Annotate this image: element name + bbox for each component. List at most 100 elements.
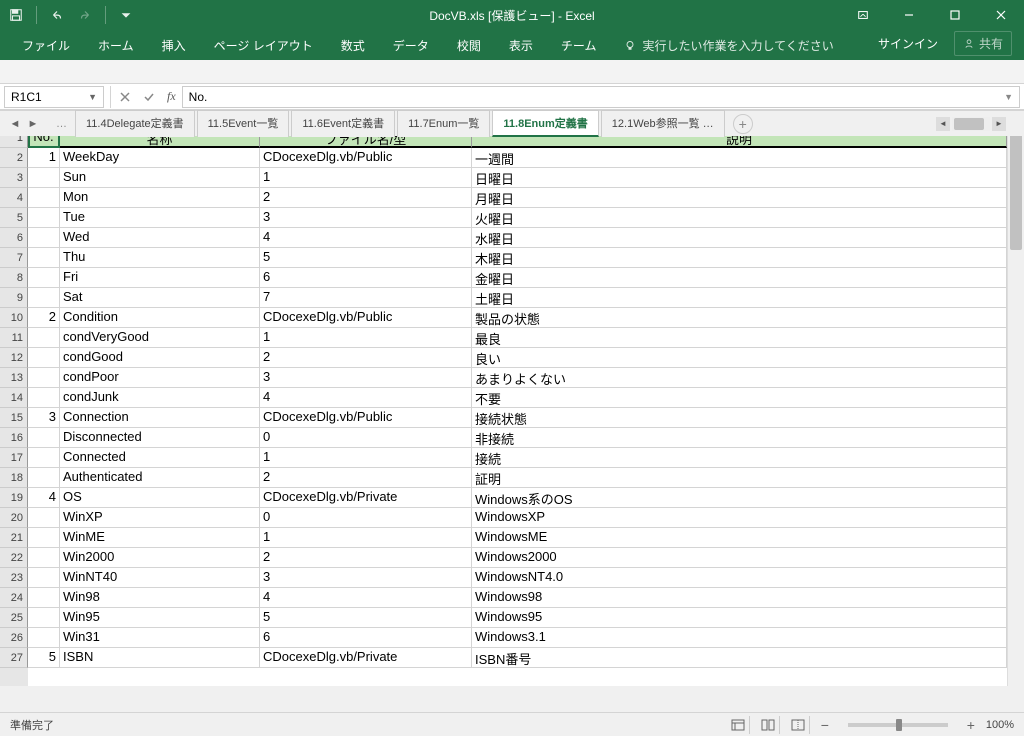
zoom-in-button[interactable]: + [964, 717, 978, 733]
cell[interactable]: Fri [60, 268, 260, 288]
row-header[interactable]: 6 [0, 228, 28, 248]
cell[interactable]: ISBN番号 [472, 648, 1007, 668]
cell[interactable]: 1 [260, 328, 472, 348]
cell[interactable]: WinME [60, 528, 260, 548]
vertical-scrollbar-thumb[interactable] [1010, 130, 1022, 250]
cell[interactable]: 製品の状態 [472, 308, 1007, 328]
cell[interactable] [28, 268, 60, 288]
cell[interactable]: 3 [260, 368, 472, 388]
cell[interactable] [28, 428, 60, 448]
cell[interactable]: Tue [60, 208, 260, 228]
cell[interactable]: 2 [260, 348, 472, 368]
cell[interactable]: 3 [28, 408, 60, 428]
cell[interactable]: 4 [28, 488, 60, 508]
cell[interactable]: WindowsNT4.0 [472, 568, 1007, 588]
close-button[interactable] [978, 0, 1024, 30]
cell[interactable]: 月曜日 [472, 188, 1007, 208]
sheet-tab[interactable]: 12.1Web参照一覧 … [601, 110, 725, 137]
cell[interactable]: Connected [60, 448, 260, 468]
formula-input[interactable]: No. ▼ [182, 86, 1020, 108]
cell[interactable]: ISBN [60, 648, 260, 668]
cell[interactable]: Windows95 [472, 608, 1007, 628]
cell[interactable]: 一週間 [472, 148, 1007, 168]
cell[interactable] [28, 608, 60, 628]
zoom-level[interactable]: 100% [986, 719, 1014, 731]
cell[interactable]: 2 [260, 548, 472, 568]
cell[interactable]: 4 [260, 588, 472, 608]
cell[interactable]: 3 [260, 568, 472, 588]
vertical-scrollbar[interactable] [1007, 128, 1024, 686]
zoom-slider-thumb[interactable] [896, 719, 902, 731]
cell[interactable]: 接続 [472, 448, 1007, 468]
row-header[interactable]: 12 [0, 348, 28, 368]
cell[interactable] [28, 468, 60, 488]
cell[interactable] [28, 228, 60, 248]
cell[interactable] [28, 448, 60, 468]
cell[interactable]: 3 [260, 208, 472, 228]
row-header[interactable]: 15 [0, 408, 28, 428]
cell[interactable]: WinXP [60, 508, 260, 528]
cell[interactable] [28, 588, 60, 608]
redo-icon[interactable] [73, 3, 97, 27]
cell[interactable]: condVeryGood [60, 328, 260, 348]
cancel-formula-icon[interactable] [113, 86, 137, 108]
row-header[interactable]: 16 [0, 428, 28, 448]
row-header[interactable]: 19 [0, 488, 28, 508]
tab-nav-prev-icon[interactable]: ◄ [8, 117, 22, 131]
add-sheet-button[interactable]: + [733, 114, 753, 134]
share-button[interactable]: 共有 [954, 31, 1012, 56]
ribbon-display-icon[interactable] [840, 0, 886, 30]
row-header[interactable]: 9 [0, 288, 28, 308]
fx-button[interactable]: fx [161, 89, 182, 104]
minimize-button[interactable] [886, 0, 932, 30]
cell[interactable]: 最良 [472, 328, 1007, 348]
cell[interactable]: 6 [260, 628, 472, 648]
name-box-dropdown-icon[interactable]: ▼ [88, 92, 97, 102]
row-header[interactable]: 25 [0, 608, 28, 628]
cell[interactable]: 良い [472, 348, 1007, 368]
hscroll-right-icon[interactable]: ► [992, 117, 1006, 131]
formula-expand-icon[interactable]: ▼ [1004, 92, 1013, 102]
cell[interactable]: 1 [28, 148, 60, 168]
row-header[interactable]: 22 [0, 548, 28, 568]
tab-overflow-left[interactable]: … [48, 118, 75, 130]
cell[interactable] [28, 208, 60, 228]
cell[interactable]: あまりよくない [472, 368, 1007, 388]
cell[interactable]: WindowsXP [472, 508, 1007, 528]
cell[interactable]: 4 [260, 388, 472, 408]
row-header[interactable]: 17 [0, 448, 28, 468]
row-header[interactable]: 21 [0, 528, 28, 548]
cell[interactable]: Sun [60, 168, 260, 188]
zoom-out-button[interactable]: − [818, 717, 832, 733]
ribbon-tab-home[interactable]: ホーム [84, 31, 148, 60]
name-box[interactable]: R1C1 ▼ [4, 86, 104, 108]
cell[interactable]: CDocexeDlg.vb/Public [260, 308, 472, 328]
cell[interactable]: 2 [260, 468, 472, 488]
cell[interactable]: Win31 [60, 628, 260, 648]
cell[interactable]: CDocexeDlg.vb/Public [260, 148, 472, 168]
cell[interactable] [28, 168, 60, 188]
row-header[interactable]: 10 [0, 308, 28, 328]
cell[interactable]: WinNT40 [60, 568, 260, 588]
cell[interactable]: 5 [260, 608, 472, 628]
ribbon-tab-file[interactable]: ファイル [8, 31, 84, 60]
row-header[interactable]: 27 [0, 648, 28, 668]
ribbon-tab-formulas[interactable]: 数式 [327, 31, 379, 60]
save-icon[interactable] [4, 3, 28, 27]
row-header[interactable]: 18 [0, 468, 28, 488]
cell[interactable]: 0 [260, 508, 472, 528]
cell[interactable]: Win95 [60, 608, 260, 628]
hscroll-left-icon[interactable]: ◄ [936, 117, 950, 131]
view-pagelayout-icon[interactable] [758, 716, 780, 734]
row-header[interactable]: 20 [0, 508, 28, 528]
cell[interactable]: 4 [260, 228, 472, 248]
cell[interactable]: 火曜日 [472, 208, 1007, 228]
cell[interactable]: 1 [260, 168, 472, 188]
view-normal-icon[interactable] [728, 716, 750, 734]
ribbon-tab-team[interactable]: チーム [547, 31, 611, 60]
cell[interactable]: Sat [60, 288, 260, 308]
cell[interactable]: Thu [60, 248, 260, 268]
sheet-tab[interactable]: 11.8Enum定義書 [492, 110, 598, 137]
row-header[interactable]: 7 [0, 248, 28, 268]
cell[interactable]: 木曜日 [472, 248, 1007, 268]
